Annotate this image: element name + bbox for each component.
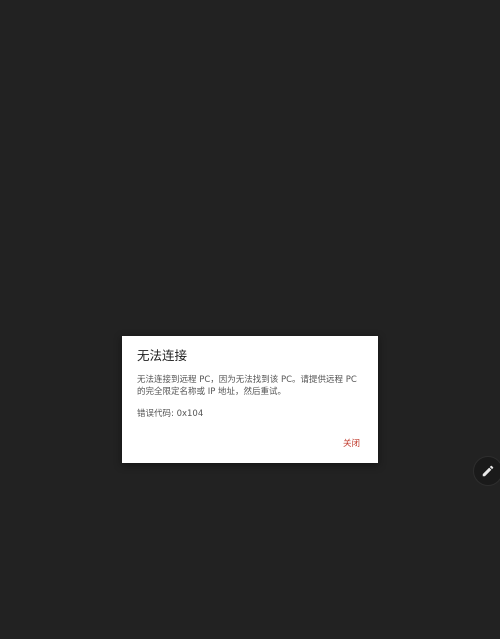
remote-desktop-screen: 无法连接 无法连接到远程 PC，因为无法找到该 PC。请提供远程 PC 的完全限… bbox=[0, 0, 500, 639]
connection-error-dialog: 无法连接 无法连接到远程 PC，因为无法找到该 PC。请提供远程 PC 的完全限… bbox=[122, 336, 378, 463]
dialog-title: 无法连接 bbox=[137, 348, 188, 363]
close-button[interactable]: 关闭 bbox=[343, 438, 360, 450]
edit-button[interactable] bbox=[473, 456, 500, 486]
dialog-error-code: 错误代码: 0x104 bbox=[137, 409, 204, 419]
pencil-icon bbox=[482, 465, 494, 477]
dialog-message: 无法连接到远程 PC，因为无法找到该 PC。请提供远程 PC 的完全限定名称或 … bbox=[137, 375, 357, 397]
